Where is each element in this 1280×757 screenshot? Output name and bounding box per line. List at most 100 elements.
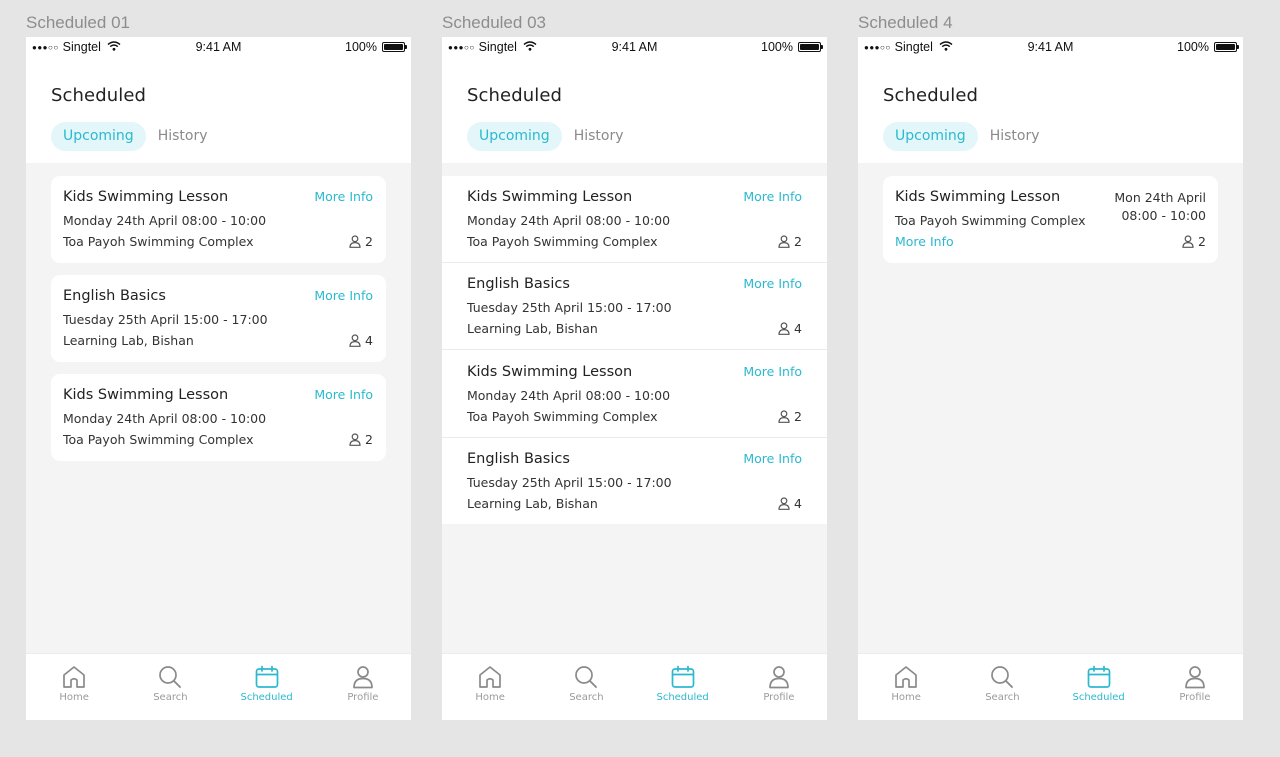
calendar-icon (671, 665, 694, 688)
list-item[interactable]: English Basics More Info Tuesday 25th Ap… (442, 438, 827, 524)
attendee-count-value: 2 (365, 432, 373, 447)
booking-card[interactable]: Kids Swimming Lesson More Info Monday 24… (51, 374, 386, 461)
tab-bar: Upcoming History (467, 122, 636, 151)
tab-upcoming[interactable]: Upcoming (51, 122, 146, 151)
profile-icon (769, 666, 789, 689)
nav-scheduled[interactable]: Scheduled (635, 654, 731, 720)
battery-icon (1214, 42, 1239, 52)
battery-icon (798, 42, 823, 52)
booking-date: Monday 24th April 08:00 - 10:00 (63, 411, 267, 426)
booking-title: English Basics (467, 276, 570, 292)
battery-percent: 100% (345, 40, 377, 54)
person-icon (349, 433, 361, 446)
booking-location: Toa Payoh Swimming Complex (467, 409, 658, 424)
tab-bar: Upcoming History (51, 122, 220, 151)
nav-home[interactable]: Home (26, 654, 122, 720)
more-info-link[interactable]: More Info (743, 189, 802, 204)
tab-history[interactable]: History (146, 122, 220, 151)
attendee-count: 2 (349, 432, 373, 447)
list-item[interactable]: Kids Swimming Lesson More Info Monday 24… (442, 176, 827, 263)
person-icon (778, 322, 790, 335)
person-icon (349, 334, 361, 347)
home-icon (63, 666, 85, 688)
nav-profile[interactable]: Profile (731, 654, 827, 720)
booking-date: Tuesday 25th April 15:00 - 17:00 (467, 475, 672, 490)
attendee-count-value: 2 (794, 409, 802, 424)
booking-time: 08:00 - 10:00 (1121, 208, 1206, 223)
frame-label-scheduled-4: Scheduled 4 (858, 13, 953, 32)
battery-percent: 100% (761, 40, 793, 54)
tab-history[interactable]: History (562, 122, 636, 151)
nav-search-label: Search (569, 692, 604, 703)
nav-home[interactable]: Home (442, 654, 538, 720)
page-title: Scheduled (51, 85, 147, 106)
more-info-link[interactable]: More Info (743, 364, 802, 379)
booking-date: Tuesday 25th April 15:00 - 17:00 (63, 312, 268, 327)
profile-icon (353, 666, 373, 689)
nav-profile[interactable]: Profile (1147, 654, 1243, 720)
booking-card[interactable]: Kids Swimming Lesson More Info Monday 24… (51, 176, 386, 263)
attendee-count-value: 4 (794, 496, 802, 511)
booking-title: English Basics (467, 451, 570, 467)
nav-profile-label: Profile (347, 692, 379, 703)
booking-date: Monday 24th April 08:00 - 10:00 (63, 213, 267, 228)
page-header: Scheduled Upcoming History (442, 59, 827, 163)
more-info-link[interactable]: More Info (743, 276, 802, 291)
nav-scheduled-label: Scheduled (240, 692, 293, 703)
booking-title: Kids Swimming Lesson (467, 189, 633, 205)
booking-date: Monday 24th April 08:00 - 10:00 (467, 213, 671, 228)
more-info-link[interactable]: More Info (314, 189, 373, 204)
nav-home-label: Home (891, 692, 921, 703)
list-item[interactable]: English Basics More Info Tuesday 25th Ap… (442, 263, 827, 350)
more-info-link[interactable]: More Info (314, 288, 373, 303)
person-icon (778, 410, 790, 423)
nav-search[interactable]: Search (954, 654, 1050, 720)
attendee-count: 2 (1182, 234, 1206, 249)
page-title: Scheduled (467, 85, 563, 106)
battery-icon (382, 42, 407, 52)
booking-title: Kids Swimming Lesson (895, 189, 1061, 205)
booking-card[interactable]: English Basics More Info Tuesday 25th Ap… (51, 275, 386, 362)
home-icon (895, 666, 917, 688)
booking-title: English Basics (63, 288, 166, 304)
nav-search[interactable]: Search (122, 654, 218, 720)
profile-icon (1185, 666, 1205, 689)
nav-profile-label: Profile (763, 692, 795, 703)
page-title: Scheduled (883, 85, 979, 106)
more-info-link[interactable]: More Info (314, 387, 373, 402)
booking-location: Learning Lab, Bishan (467, 321, 598, 336)
tab-upcoming[interactable]: Upcoming (467, 122, 562, 151)
booking-location: Toa Payoh Swimming Complex (467, 234, 658, 249)
more-info-link[interactable]: More Info (743, 451, 802, 466)
bottom-nav: Home Search Scheduled Profile (26, 653, 411, 720)
nav-profile[interactable]: Profile (315, 654, 411, 720)
attendee-count: 4 (778, 321, 802, 336)
attendee-count: 2 (349, 234, 373, 249)
booking-card[interactable]: Kids Swimming Lesson Toa Payoh Swimming … (883, 176, 1218, 263)
nav-search[interactable]: Search (538, 654, 634, 720)
booking-title: Kids Swimming Lesson (63, 189, 229, 205)
list-item[interactable]: Kids Swimming Lesson More Info Monday 24… (442, 351, 827, 438)
nav-scheduled[interactable]: Scheduled (219, 654, 315, 720)
more-info-link[interactable]: More Info (895, 234, 954, 249)
status-bar: ●●●○○ Singtel 9:41 AM 100% (26, 37, 411, 59)
booking-location: Learning Lab, Bishan (63, 333, 194, 348)
person-icon (1182, 235, 1194, 248)
nav-search-label: Search (985, 692, 1020, 703)
bottom-nav: Home Search Scheduled Profile (442, 653, 827, 720)
nav-home[interactable]: Home (858, 654, 954, 720)
page-header: Scheduled Upcoming History (858, 59, 1243, 163)
calendar-icon (1087, 665, 1110, 688)
attendee-count: 4 (778, 496, 802, 511)
booking-location: Toa Payoh Swimming Complex (895, 213, 1086, 228)
nav-scheduled-label: Scheduled (656, 692, 709, 703)
nav-scheduled[interactable]: Scheduled (1051, 654, 1147, 720)
tab-history[interactable]: History (978, 122, 1052, 151)
nav-home-label: Home (59, 692, 89, 703)
booking-list: Kids Swimming Lesson More Info Monday 24… (442, 176, 827, 524)
tab-upcoming[interactable]: Upcoming (883, 122, 978, 151)
nav-search-label: Search (153, 692, 188, 703)
status-bar: ●●●○○ Singtel 9:41 AM 100% (442, 37, 827, 59)
attendee-count-value: 2 (1198, 234, 1206, 249)
booking-location: Toa Payoh Swimming Complex (63, 234, 254, 249)
